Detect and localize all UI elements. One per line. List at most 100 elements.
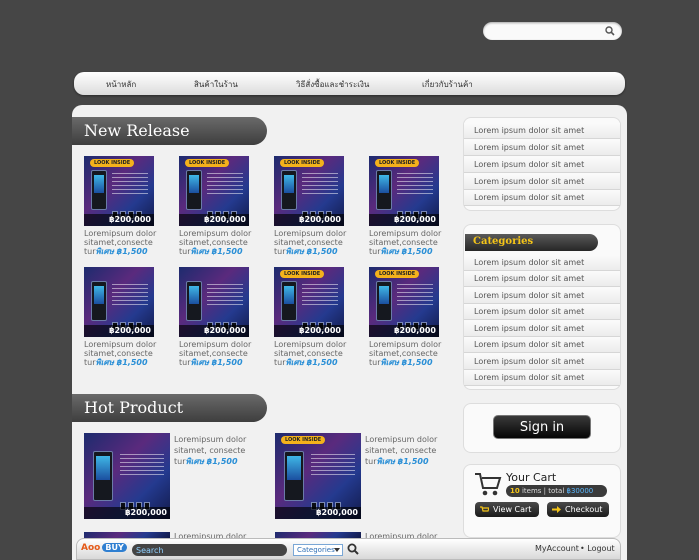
phone-image — [93, 451, 113, 501]
product-desc-line: Loremipsum dolor — [274, 340, 347, 349]
side-link[interactable]: Lorem ipsum dolor sit amet — [464, 174, 620, 190]
phone-image — [376, 170, 392, 210]
look-inside-badge: LOOK INSIDE — [281, 436, 326, 444]
product-price: ฿200,000 — [179, 214, 249, 226]
product-thumb[interactable]: ฿200,000 — [84, 267, 154, 337]
product-desc-line: Loremipsum dolor — [274, 229, 347, 238]
side-links-box: Lorem ipsum dolor sit amet Lorem ipsum d… — [463, 117, 621, 211]
search-icon[interactable] — [605, 26, 615, 36]
nav-item-about[interactable]: เกี่ยวกับร้านค้า — [422, 78, 473, 91]
toolbar-logo[interactable]: Aoo BUY — [81, 543, 127, 553]
product-thumb[interactable]: LOOK INSIDE ฿200,000 — [274, 267, 344, 337]
product-thumb[interactable]: LOOK INSIDE ฿200,000 — [84, 156, 154, 226]
product-desc: Loremipsum dolor sitamet,consecte turพิเศษ… — [274, 340, 354, 367]
product-desc: Loremipsum dolor sitamet, consecte turพิเศ… — [174, 434, 264, 467]
nav-item-products[interactable]: สินค้าในร้าน — [194, 78, 238, 91]
product-desc-line: sitamet,consecte — [274, 349, 343, 358]
side-link[interactable]: Lorem ipsum dolor sit amet — [464, 190, 620, 206]
hot-product-header: Hot Product — [72, 394, 267, 422]
signin-button[interactable]: Sign in — [493, 415, 591, 439]
product-desc: Loremipsum dolor sitamet, consecte turพิเศ… — [365, 434, 455, 467]
side-link[interactable]: Lorem ipsum dolor sit amet — [464, 140, 620, 156]
category-item[interactable]: Lorem ipsum dolor sit amet — [464, 354, 620, 370]
product-desc: Loremipsum dolor sitamet,consecte turพิเศษ… — [369, 340, 449, 367]
cart-icon — [475, 473, 502, 496]
product-price: ฿200,000 — [274, 325, 344, 337]
logout-label: Logout — [587, 544, 615, 553]
phone-image — [284, 451, 304, 501]
product-thumb[interactable]: LOOK INSIDE ฿200,000 — [275, 433, 361, 519]
view-cart-button[interactable]: View Cart — [475, 502, 539, 517]
product-desc: Loremipsum dolor sitamet,consecte turพิเศษ… — [179, 229, 259, 256]
logo-text: Aoo — [81, 543, 101, 553]
toolbar-search-box[interactable] — [132, 544, 287, 556]
product-thumb[interactable]: LOOK INSIDE ฿200,000 — [369, 156, 439, 226]
product-desc-line: tur — [369, 358, 381, 367]
product-thumb[interactable]: ฿200,000 — [84, 433, 170, 519]
side-link[interactable]: Lorem ipsum dolor sit amet — [464, 157, 620, 173]
look-inside-badge: LOOK INSIDE — [375, 159, 420, 167]
search-input[interactable] — [493, 24, 603, 38]
category-item[interactable]: Lorem ipsum dolor sit amet — [464, 304, 620, 320]
product-desc-line: Loremipsum dolor — [179, 340, 252, 349]
product-desc-line: sitamet,consecte — [84, 349, 153, 358]
product-desc-line: sitamet,consecte — [274, 238, 343, 247]
phone-image — [281, 281, 297, 321]
nav-item-how-to-order[interactable]: วิธีสั่งซื้อและชำระเงิน — [296, 78, 369, 91]
my-account-link[interactable]: MyAccount — [535, 544, 579, 553]
product-desc-line: Loremipsum dolor — [84, 229, 157, 238]
product-desc-line: tur — [274, 247, 286, 256]
product-thumb[interactable]: ฿200,000 — [179, 267, 249, 337]
sale-price: พิเศษ ฿1,500 — [190, 247, 243, 256]
product-desc-line: sitamet,consecte — [369, 238, 438, 247]
category-item[interactable]: Lorem ipsum dolor sit amet — [464, 337, 620, 353]
product-desc-line: tur — [84, 247, 96, 256]
view-cart-label: View Cart — [493, 505, 532, 514]
product-desc-line: Loremipsum dolor — [369, 340, 442, 349]
side-link[interactable]: Lorem ipsum dolor sit amet — [464, 123, 620, 139]
toolbar-search-icon[interactable] — [347, 543, 359, 555]
product-desc: Loremipsum dolor sitamet,consecte turพิเศษ… — [179, 340, 259, 367]
product-thumb[interactable]: LOOK INSIDE ฿200,000 — [179, 156, 249, 226]
category-select-value: Categories — [297, 546, 335, 554]
phone-image — [376, 281, 392, 321]
look-inside-badge: LOOK INSIDE — [280, 159, 325, 167]
product-desc-line: sitamet,consecte — [179, 349, 248, 358]
cart-small-icon — [480, 506, 489, 512]
top-search-box[interactable] — [483, 22, 622, 40]
product-desc-line: tur — [369, 247, 381, 256]
category-select[interactable]: Categories — [293, 544, 343, 556]
product-thumb[interactable]: LOOK INSIDE ฿200,000 — [369, 267, 439, 337]
product-price: ฿200,000 — [84, 507, 170, 519]
product-thumb[interactable]: LOOK INSIDE ฿200,000 — [274, 156, 344, 226]
bottom-toolbar: AooBUY Categories MyAccount • Logout — [76, 538, 621, 560]
product-desc-line: tur — [179, 358, 191, 367]
categories-title: Categories — [473, 236, 534, 247]
product-desc-line: tur — [84, 358, 96, 367]
nav-item-home[interactable]: หน้าหลัก — [106, 78, 136, 91]
cart-title: Your Cart — [506, 471, 557, 484]
category-item[interactable]: Lorem ipsum dolor sit amet — [464, 255, 620, 271]
product-desc-line: Loremipsum dolor — [369, 229, 442, 238]
product-desc-line: sitamet, consecte — [365, 446, 437, 455]
product-desc-line: Loremipsum dolor — [179, 229, 252, 238]
category-item[interactable]: Lorem ipsum dolor sit amet — [464, 321, 620, 337]
category-item[interactable]: Lorem ipsum dolor sit amet — [464, 288, 620, 304]
categories-header: Categories — [465, 234, 598, 251]
logout-link[interactable]: • Logout — [580, 544, 615, 553]
sale-price: พิเศษ ฿1,500 — [95, 247, 148, 256]
product-desc-line: tur — [174, 457, 186, 466]
phone-image — [91, 281, 107, 321]
product-price: ฿200,000 — [275, 507, 361, 519]
product-price: ฿200,000 — [369, 214, 439, 226]
category-item[interactable]: Lorem ipsum dolor sit amet — [464, 271, 620, 287]
product-desc-line: sitamet,consecte — [179, 238, 248, 247]
product-desc-line: Loremipsum dolor — [174, 435, 247, 444]
toolbar-search-input[interactable] — [136, 545, 281, 555]
cart-summary: 10 items | total ฿30000 — [506, 485, 607, 497]
category-item[interactable]: Lorem ipsum dolor sit amet — [464, 370, 620, 386]
look-inside-badge: LOOK INSIDE — [375, 270, 420, 278]
checkout-button[interactable]: Checkout — [547, 502, 609, 517]
look-inside-badge: LOOK INSIDE — [185, 159, 230, 167]
product-desc-line: tur — [179, 247, 191, 256]
